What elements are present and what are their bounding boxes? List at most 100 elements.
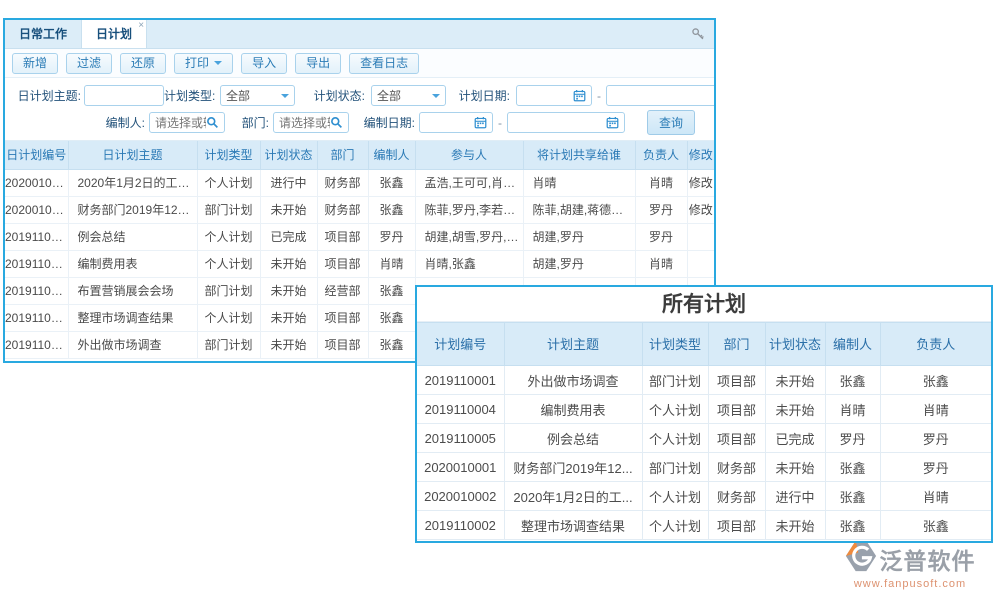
plan-status: 未开始: [260, 250, 317, 277]
plan-topic-link[interactable]: 外出做市场调查: [68, 331, 197, 358]
table-header-row: 日计划编号 日计划主题 计划类型 计划状态 部门 编制人 参与人 将计划共享给谁…: [5, 141, 714, 169]
plan-id-link[interactable]: 2019110003: [5, 277, 68, 304]
plan-owner-link[interactable]: 肖晴: [635, 250, 687, 277]
all-plans-title: 所有计划: [417, 287, 991, 322]
cell: 2019110005: [417, 424, 504, 453]
table-header-row: 计划编号 计划主题 计划类型 部门 计划状态 编制人 负责人: [417, 323, 991, 366]
cell: 罗丹: [825, 424, 880, 453]
plan-owner-link[interactable]: 肖晴: [635, 169, 687, 196]
cell: 2019110001: [417, 366, 504, 395]
author-search-input[interactable]: [149, 112, 225, 133]
table-row: 2019110001 外出做市场调查 部门计划 项目部 未开始 张鑫 张鑫: [417, 366, 991, 395]
all-plans-table: 计划编号 计划主题 计划类型 部门 计划状态 编制人 负责人 201911000…: [417, 322, 991, 540]
edit-date-to-input[interactable]: [507, 112, 625, 133]
plan-topic-link[interactable]: 财务部门2019年12月的...: [68, 196, 197, 223]
calendar-icon[interactable]: [474, 116, 487, 129]
plan-participants: 肖晴,张鑫: [415, 250, 523, 277]
caret-down-icon: [214, 61, 222, 65]
plan-topic-link[interactable]: 整理市场调查结果: [68, 304, 197, 331]
plan-topic-link[interactable]: 2020年1月2日的工作日...: [68, 169, 197, 196]
tab-daily-work[interactable]: 日常工作: [5, 20, 81, 48]
status-label: 计划状态:: [295, 87, 365, 104]
plan-dept: 项目部: [317, 331, 368, 358]
dept-search-input[interactable]: [273, 112, 349, 133]
plan-id-link[interactable]: 2020010002: [5, 169, 68, 196]
calendar-icon[interactable]: [573, 89, 586, 102]
plan-edit-link[interactable]: [687, 250, 714, 277]
cell: 张鑫: [825, 366, 880, 395]
col-author: 编制人: [825, 323, 880, 366]
key-icon[interactable]: [691, 27, 705, 41]
cell: 财务部: [708, 453, 765, 482]
plan-date-to-input[interactable]: [606, 85, 714, 106]
search-icon[interactable]: [206, 116, 219, 129]
status-select[interactable]: 全部: [371, 85, 446, 106]
plan-id-link[interactable]: 2019110002: [5, 304, 68, 331]
range-separator: -: [498, 116, 502, 130]
plan-status: 未开始: [260, 196, 317, 223]
plan-type: 部门计划: [197, 331, 260, 358]
calendar-icon[interactable]: [606, 116, 619, 129]
plan-id-link[interactable]: 2019110005: [5, 223, 68, 250]
plan-edit-link[interactable]: 修改: [687, 196, 714, 223]
cell: 进行中: [765, 482, 825, 511]
col-status: 计划状态: [765, 323, 825, 366]
plan-id-link[interactable]: 2019110001: [5, 331, 68, 358]
cell: 整理市场调查结果: [504, 511, 642, 540]
plan-owner-link[interactable]: 罗丹: [635, 196, 687, 223]
table-row: 2019110004 编制费用表 个人计划 项目部 未开始 肖晴 肖晴: [417, 395, 991, 424]
cell: 未开始: [765, 511, 825, 540]
type-select[interactable]: 全部: [220, 85, 295, 106]
plan-status: 已完成: [260, 223, 317, 250]
plan-status: 进行中: [260, 169, 317, 196]
plan-topic-link[interactable]: 布置营销展会会场: [68, 277, 197, 304]
plan-author: 张鑫: [368, 196, 415, 223]
cell: 未开始: [765, 395, 825, 424]
edit-date-from-input[interactable]: [419, 112, 493, 133]
tab-bar: 日常工作 日计划 ×: [5, 20, 714, 49]
print-dropdown-button[interactable]: 打印: [174, 53, 233, 74]
plan-dept: 财务部: [317, 196, 368, 223]
cell: 项目部: [708, 366, 765, 395]
plan-type: 个人计划: [197, 304, 260, 331]
query-button[interactable]: 查询: [647, 110, 695, 135]
col-status: 计划状态: [260, 141, 317, 169]
cell: 财务部门2019年12...: [504, 453, 642, 482]
col-edit: 修改: [687, 141, 714, 169]
tab-close-icon[interactable]: ×: [138, 21, 144, 31]
author-label: 编制人:: [5, 114, 145, 131]
plan-owner-link[interactable]: 罗丹: [635, 223, 687, 250]
topic-input[interactable]: [84, 85, 164, 106]
plan-topic-link[interactable]: 例会总结: [68, 223, 197, 250]
plan-status: 未开始: [260, 304, 317, 331]
plan-edit-link[interactable]: 修改: [687, 169, 714, 196]
desktop: 日常工作 日计划 × 新增 过滤 还原 打印 导入 导出 查看日志: [0, 0, 1000, 600]
view-log-button[interactable]: 查看日志: [349, 53, 419, 74]
col-type: 计划类型: [642, 323, 708, 366]
table-row: 2020010001 财务部门2019年12月的... 部门计划 未开始 财务部…: [5, 196, 714, 223]
plan-date-from-input[interactable]: [516, 85, 592, 106]
search-icon[interactable]: [330, 116, 343, 129]
cell: 个人计划: [642, 395, 708, 424]
filter-panel: 日计划主题: 计划类型: 全部 计划状态: 全部 计划日期: -: [5, 78, 714, 141]
filter-button[interactable]: 过滤: [66, 53, 112, 74]
cell: 2020010002: [417, 482, 504, 511]
restore-button[interactable]: 还原: [120, 53, 166, 74]
table-row: 2019110005 例会总结 个人计划 已完成 项目部 罗丹 胡建,胡雪,罗丹…: [5, 223, 714, 250]
topic-label: 日计划主题:: [5, 87, 81, 104]
table-row: 2019110002 整理市场调查结果 个人计划 项目部 未开始 张鑫 张鑫: [417, 511, 991, 540]
plan-id-link[interactable]: 2019110004: [5, 250, 68, 277]
col-dept: 部门: [708, 323, 765, 366]
import-button[interactable]: 导入: [241, 53, 287, 74]
plan-id-link[interactable]: 2020010001: [5, 196, 68, 223]
plan-edit-link[interactable]: [687, 223, 714, 250]
tab-daily-plan[interactable]: 日计划 ×: [81, 20, 147, 48]
plan-topic-link[interactable]: 编制费用表: [68, 250, 197, 277]
cell: 罗丹: [880, 424, 991, 453]
plan-type: 个人计划: [197, 169, 260, 196]
cell: 外出做市场调查: [504, 366, 642, 395]
add-button[interactable]: 新增: [12, 53, 58, 74]
export-button[interactable]: 导出: [295, 53, 341, 74]
cell: 例会总结: [504, 424, 642, 453]
plan-dept: 项目部: [317, 250, 368, 277]
